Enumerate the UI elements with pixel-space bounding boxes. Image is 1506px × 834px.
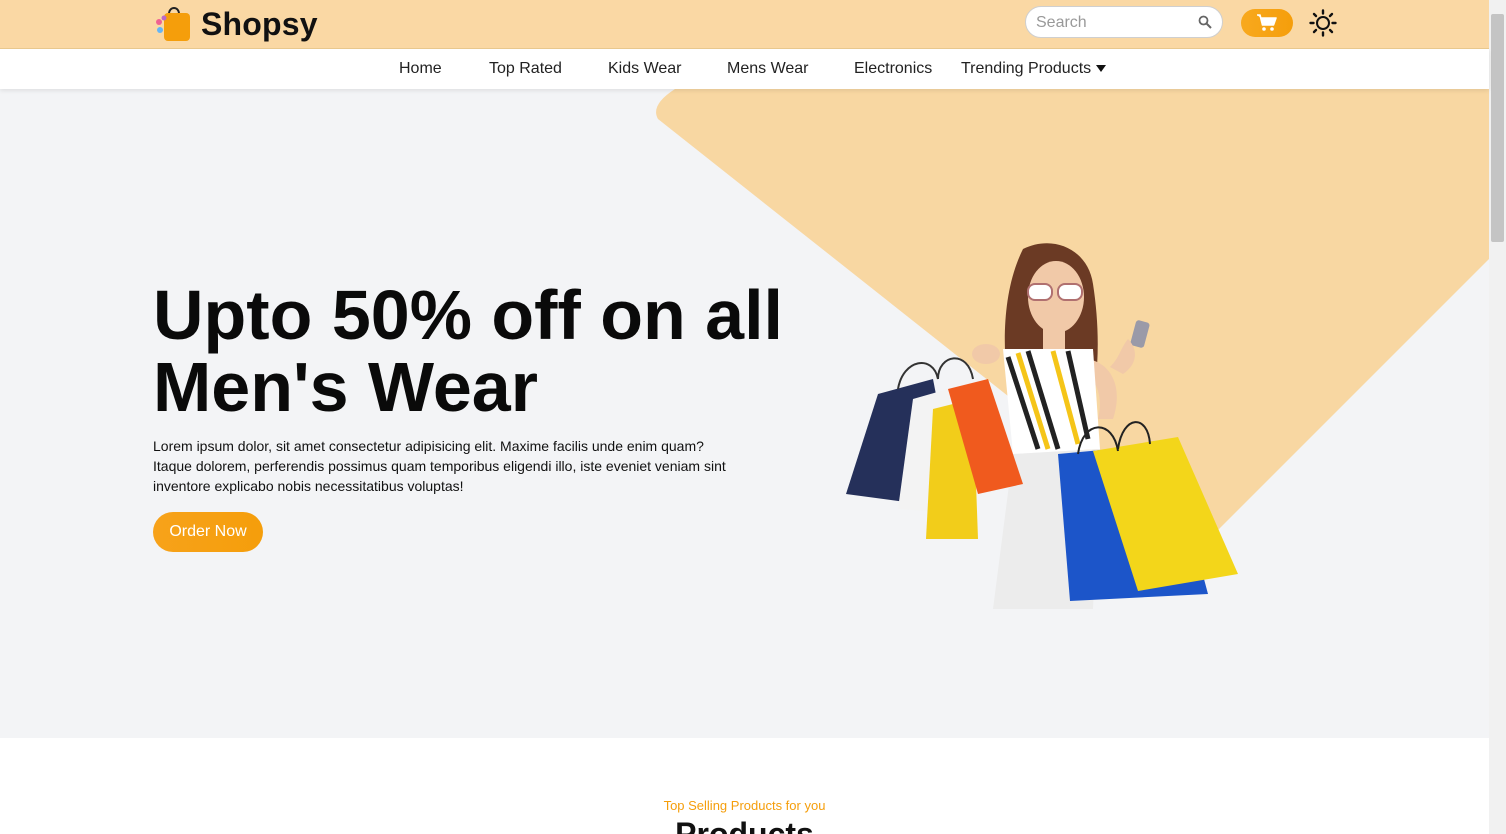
- nav-item-trending-products[interactable]: Trending Products: [961, 60, 1107, 78]
- sun-icon[interactable]: [1309, 9, 1337, 37]
- shopping-bag-icon: [156, 7, 190, 41]
- products-subtitle: Top Selling Products for you: [663, 798, 826, 813]
- search-input[interactable]: [1034, 7, 1198, 39]
- nav-item-electronics[interactable]: Electronics: [854, 60, 932, 78]
- nav-item-home[interactable]: Home: [399, 60, 442, 78]
- cart-icon: [1257, 14, 1277, 31]
- brand-logo[interactable]: Shopsy: [153, 4, 318, 44]
- search-box: [1025, 6, 1223, 39]
- hero-section: Upto 50% off on all Men's Wear Lorem ips…: [0, 89, 1489, 738]
- hero-title: Upto 50% off on all Men's Wear: [153, 276, 783, 426]
- scrollbar-thumb[interactable]: [1491, 14, 1504, 242]
- brand-name: Shopsy: [201, 5, 318, 42]
- products-section: Top Selling Products for you Products: [0, 738, 1489, 834]
- search-icon[interactable]: [1198, 15, 1212, 29]
- nav-item-label: Trending Products: [961, 60, 1092, 77]
- header: Shopsy: [0, 0, 1489, 49]
- nav-item-mens-wear[interactable]: Mens Wear: [727, 60, 809, 78]
- hero-description: Lorem ipsum dolor, sit amet consectetur …: [153, 438, 726, 494]
- main-nav: Home Top Rated Kids Wear Mens Wear Elect…: [0, 49, 1489, 89]
- caret-down-icon: [1096, 65, 1107, 73]
- cart-button[interactable]: [1241, 9, 1293, 37]
- products-title: Products: [675, 816, 814, 834]
- hero-image: [846, 243, 1238, 609]
- scrollbar[interactable]: [1489, 0, 1506, 834]
- order-now-button[interactable]: Order Now: [153, 512, 263, 552]
- nav-item-top-rated[interactable]: Top Rated: [489, 60, 562, 78]
- nav-item-kids-wear[interactable]: Kids Wear: [608, 60, 682, 78]
